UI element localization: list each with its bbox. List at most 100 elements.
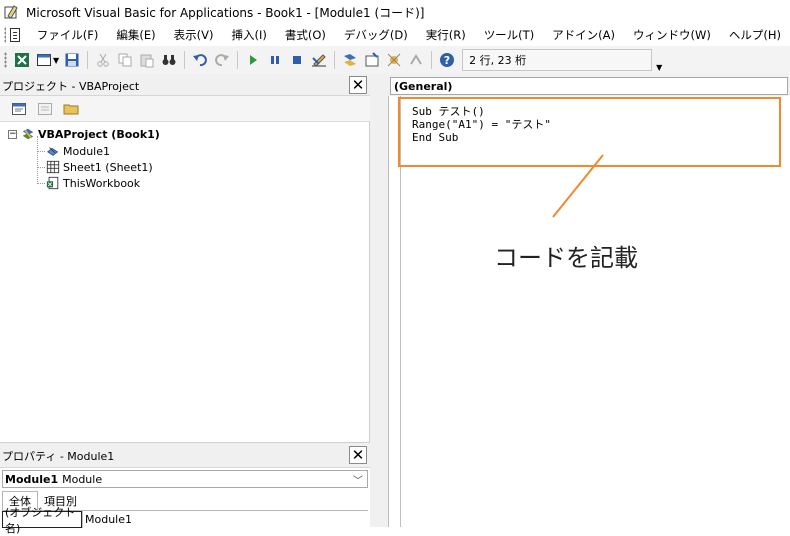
- help-icon: ?: [440, 53, 455, 67]
- vbaproject-icon: [22, 128, 34, 140]
- menu-edit[interactable]: 編集(E): [107, 27, 164, 43]
- menu-view[interactable]: 表示(V): [165, 27, 223, 43]
- reset-button[interactable]: [288, 51, 306, 69]
- run-button[interactable]: [244, 51, 262, 69]
- menu-window[interactable]: ウィンドウ(W): [624, 27, 720, 43]
- tree-label-module1: Module1: [63, 144, 110, 158]
- toolbox-button[interactable]: [407, 51, 425, 69]
- paste-button[interactable]: [138, 51, 156, 69]
- userform-icon: [37, 54, 51, 66]
- toolbar-grip[interactable]: [4, 52, 7, 68]
- toolbar-separator: [237, 51, 239, 69]
- toolbar-separator: [334, 51, 336, 69]
- tree-connector: [37, 136, 38, 184]
- view-object-icon: [38, 102, 52, 115]
- properties-header: プロパティ - Module1 ✕: [0, 442, 370, 468]
- tree-connector: [37, 183, 45, 184]
- tree-node-module1[interactable]: Module1: [46, 143, 110, 159]
- break-button[interactable]: [266, 51, 284, 69]
- module-icon: [47, 147, 59, 156]
- project-close-button[interactable]: ✕: [349, 76, 367, 94]
- project-explorer-button[interactable]: [341, 51, 359, 69]
- folder-icon: [63, 104, 79, 114]
- menu-grip[interactable]: [4, 27, 6, 43]
- property-name-cell[interactable]: (オブジェクト名): [2, 506, 82, 535]
- toolbar-separator: [184, 51, 186, 69]
- tree-connector: [37, 151, 45, 152]
- tree-connector: [37, 167, 45, 168]
- menu-tools[interactable]: ツール(T): [475, 27, 544, 43]
- workbook-icon: [46, 176, 59, 190]
- view-excel-button[interactable]: [13, 51, 31, 69]
- play-icon: [250, 55, 258, 65]
- property-value-cell[interactable]: Module1: [82, 511, 132, 528]
- save-button[interactable]: [63, 51, 81, 69]
- properties-grid: (オブジェクト名) Module1: [2, 506, 368, 535]
- redo-button[interactable]: [213, 51, 231, 69]
- toolbox-icon: [410, 54, 423, 65]
- properties-window-button[interactable]: [363, 51, 381, 69]
- properties-title: プロパティ - Module1: [2, 450, 115, 463]
- property-name: (オブジェクト名): [5, 505, 76, 535]
- paste-icon: [140, 54, 154, 68]
- insert-dropdown-arrow-icon[interactable]: ▼: [53, 56, 59, 65]
- menu-help[interactable]: ヘルプ(H): [720, 27, 790, 43]
- stop-icon: [293, 56, 302, 64]
- cut-button[interactable]: [94, 51, 112, 69]
- view-object-button[interactable]: [36, 100, 54, 118]
- object-browser-icon: [387, 53, 401, 67]
- vba-app-icon: [4, 5, 18, 19]
- design-mode-button[interactable]: [310, 51, 328, 69]
- properties-window-icon: [365, 52, 379, 67]
- tree-node-vbaproject[interactable]: − VBAProject (Book1): [8, 126, 160, 142]
- worksheet-icon: [46, 160, 60, 174]
- menu-debug[interactable]: デバッグ(D): [335, 27, 417, 43]
- document-icon[interactable]: [9, 28, 20, 42]
- menu-addins[interactable]: アドイン(A): [543, 27, 624, 43]
- scissors-icon: [97, 53, 109, 67]
- tree-node-sheet1[interactable]: Sheet1 (Sheet1): [46, 159, 153, 175]
- toggle-folders-button[interactable]: [62, 100, 80, 118]
- annotation-label: コードを記載: [494, 244, 638, 272]
- menu-format[interactable]: 書式(O): [276, 27, 335, 43]
- object-combo-box[interactable]: (General): [390, 77, 788, 95]
- project-explorer-header: プロジェクト - VBAProject ✕: [0, 74, 370, 96]
- close-icon: ✕: [351, 75, 365, 94]
- save-icon: [65, 53, 79, 67]
- selected-object-name: Module1: [5, 472, 59, 486]
- pane-splitter[interactable]: [370, 74, 388, 527]
- menu-bar: ファイル(F) 編集(E) 表示(V) 挿入(I) 書式(O) デバッグ(D) …: [0, 24, 790, 46]
- view-code-button[interactable]: [10, 100, 28, 118]
- project-tree: − VBAProject (Book1) Module1 Sheet1 (She…: [0, 122, 370, 442]
- undo-button[interactable]: [191, 51, 209, 69]
- design-mode-icon: [312, 54, 327, 67]
- copy-button[interactable]: [116, 51, 134, 69]
- undo-icon: [193, 54, 208, 67]
- toolbar-overflow-icon[interactable]: ▼: [654, 46, 664, 74]
- project-explorer-icon: [344, 54, 357, 66]
- collapse-icon[interactable]: −: [8, 129, 17, 139]
- find-button[interactable]: [160, 51, 178, 69]
- chevron-down-icon[interactable]: ﹀: [353, 472, 363, 487]
- property-value: Module1: [85, 513, 132, 526]
- close-icon: ✕: [351, 445, 365, 464]
- tree-node-thisworkbook[interactable]: ThisWorkbook: [46, 175, 140, 191]
- excel-icon: [15, 53, 29, 67]
- menu-run[interactable]: 実行(R): [417, 27, 475, 43]
- insert-userform-button[interactable]: [35, 51, 53, 69]
- binoculars-icon: [162, 55, 176, 65]
- project-explorer-title: プロジェクト - VBAProject: [2, 80, 140, 93]
- selected-object-type: Module: [62, 472, 103, 486]
- properties-close-button[interactable]: ✕: [349, 446, 367, 464]
- code-window-header: (General): [388, 74, 790, 96]
- redo-icon: [215, 54, 230, 67]
- menu-insert[interactable]: 挿入(I): [222, 27, 275, 43]
- help-button[interactable]: ?: [438, 51, 456, 69]
- cursor-position-text: 2 行, 23 桁: [469, 54, 527, 67]
- toolbar-separator: [87, 51, 89, 69]
- toolbar-separator: [431, 51, 433, 69]
- object-browser-button[interactable]: [385, 51, 403, 69]
- project-explorer-toolbar: [0, 96, 370, 122]
- properties-object-select[interactable]: Module1 Module ﹀: [2, 470, 368, 488]
- menu-file[interactable]: ファイル(F): [28, 27, 108, 43]
